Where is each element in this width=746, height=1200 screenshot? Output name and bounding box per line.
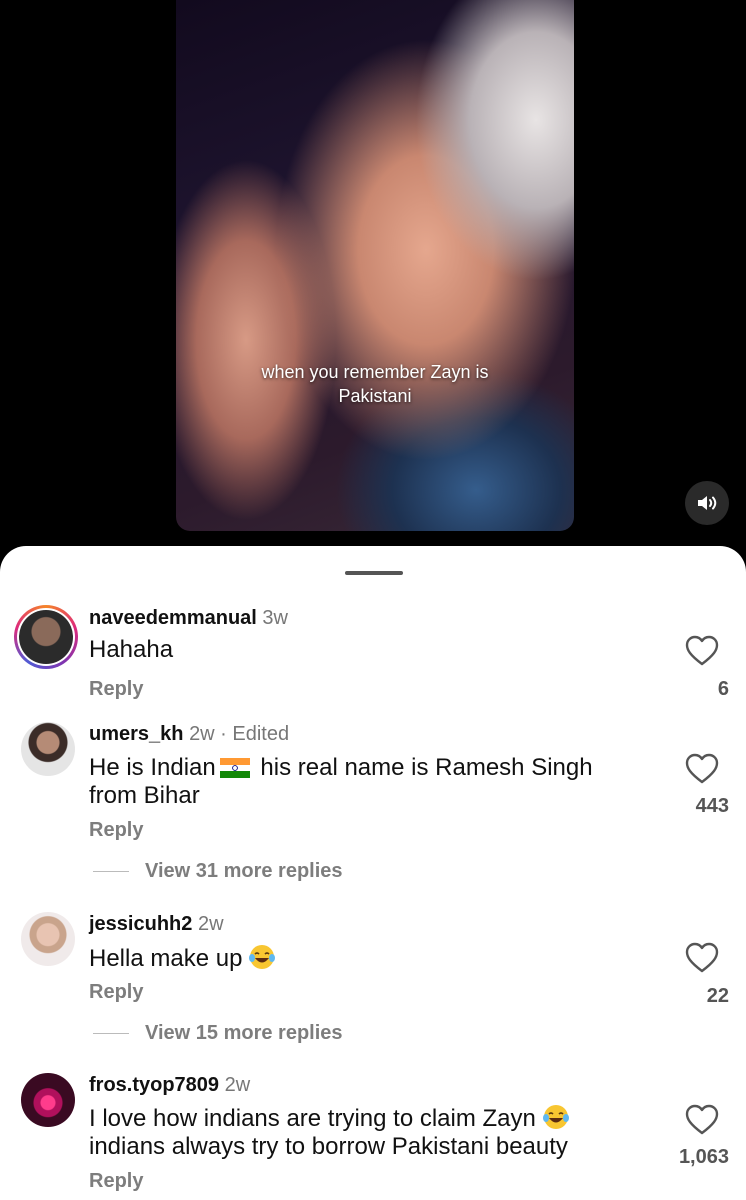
like-count: 1,063 — [678, 1146, 729, 1168]
avatar[interactable] — [21, 912, 75, 966]
comment-text: Hahaha — [89, 636, 174, 663]
reply-button[interactable]: Reply — [89, 981, 143, 1004]
comment-time: 2w · Edited — [189, 723, 290, 745]
comment-time: 2w — [224, 1074, 251, 1096]
comment-text: Hella make up — [89, 943, 649, 973]
like-count: 443 — [695, 795, 729, 817]
comment-username[interactable]: fros.tyop7809 — [89, 1074, 219, 1096]
divider-line — [93, 1032, 129, 1034]
reel-video[interactable]: when you remember Zayn is Pakistani — [176, 0, 574, 531]
comment-username[interactable]: naveedemmanual — [89, 607, 257, 629]
avatar[interactable] — [21, 722, 75, 776]
comment-text: I love how indians are trying to claim Z… — [89, 1105, 569, 1160]
view-replies-button[interactable]: View 15 more replies — [93, 1021, 343, 1045]
laughing-tears-emoji-icon — [249, 945, 276, 969]
reply-button[interactable]: Reply — [89, 678, 143, 701]
sheet-grabber[interactable] — [345, 571, 403, 575]
speaker-icon — [698, 496, 717, 510]
avatar[interactable] — [14, 605, 78, 669]
comments-sheet: naveedemmanual 3w Hahaha Reply 6 umers_k… — [0, 546, 746, 1200]
video-caption: when you remember Zayn is Pakistani — [261, 362, 489, 406]
mute-button[interactable] — [685, 481, 729, 525]
avatar[interactable] — [21, 1073, 75, 1127]
like-count: 22 — [706, 985, 729, 1007]
reply-button[interactable]: Reply — [89, 819, 143, 842]
laughing-tears-emoji-icon — [542, 1105, 569, 1129]
heart-icon[interactable] — [685, 635, 719, 667]
india-flag-icon — [219, 758, 250, 778]
view-replies-button[interactable]: View 31 more replies — [93, 859, 343, 883]
heart-icon[interactable] — [685, 942, 719, 974]
like-count: 6 — [717, 678, 729, 700]
comment-time: 3w — [262, 607, 288, 629]
heart-icon[interactable] — [685, 1104, 719, 1136]
comment-username[interactable]: umers_kh — [89, 723, 184, 745]
comment-text: He is Indian his real name is Ramesh Sin… — [89, 754, 593, 809]
divider-line — [93, 870, 129, 872]
comment-username[interactable]: jessicuhh2 — [89, 913, 192, 935]
heart-icon[interactable] — [685, 753, 719, 785]
comment-time: 2w — [197, 913, 224, 935]
reply-button[interactable]: Reply — [89, 1170, 143, 1193]
